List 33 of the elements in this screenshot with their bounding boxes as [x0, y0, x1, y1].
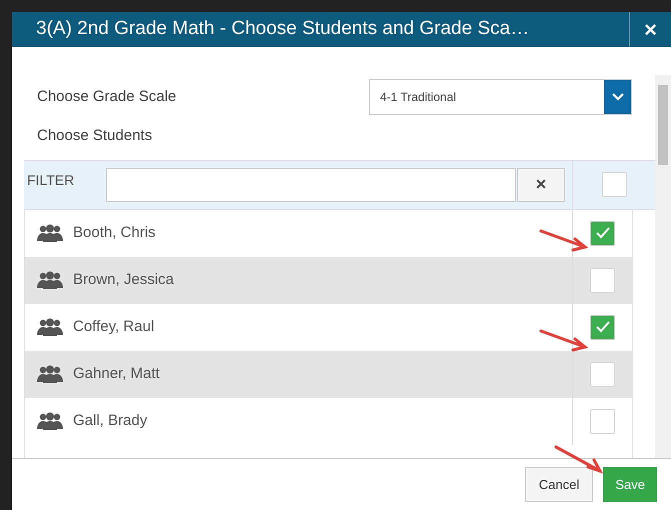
filter-input[interactable]	[106, 168, 516, 202]
student-checkbox[interactable]	[590, 362, 615, 386]
check-icon	[596, 227, 610, 239]
filter-label: FILTER	[26, 170, 76, 190]
student-name: Gall, Brady	[73, 410, 148, 431]
group-icon	[37, 412, 63, 430]
grade-scale-label: Choose Grade Scale	[36, 86, 178, 107]
clear-filter-button[interactable]: ×	[517, 168, 565, 202]
student-row[interactable]: Coffey, Raul	[25, 304, 632, 350]
group-icon	[37, 365, 63, 383]
cancel-button[interactable]: Cancel	[524, 467, 594, 502]
student-name: Brown, Jessica	[73, 270, 174, 290]
student-checkbox[interactable]	[590, 220, 615, 246]
student-row[interactable]: Gahner, Matt	[25, 350, 632, 398]
student-checkbox[interactable]	[590, 408, 615, 434]
student-checkbox[interactable]	[590, 314, 615, 340]
grade-scale-select[interactable]: 4-1 Traditional	[369, 79, 632, 115]
group-icon	[37, 271, 63, 289]
select-all-checkbox[interactable]	[602, 172, 626, 197]
student-name: Booth, Chris	[73, 222, 156, 243]
chevron-icon	[612, 93, 624, 101]
student-row[interactable]: Brown, Jessica	[25, 256, 632, 304]
student-row[interactable]: Gall, Brady	[25, 398, 632, 444]
check-icon	[596, 321, 610, 333]
close-button[interactable]: ×	[629, 12, 671, 47]
student-name: Gahner, Matt	[73, 364, 160, 384]
group-icon	[37, 224, 63, 242]
student-name: Coffey, Raul	[73, 316, 154, 337]
choose-students-label: Choose Students	[36, 126, 154, 146]
student-checkbox[interactable]	[590, 268, 615, 292]
dropdown-button[interactable]	[604, 80, 631, 114]
dialog-title: 3(A) 2nd Grade Math - Choose Students and Grade Sca…	[35, 17, 530, 42]
group-icon	[37, 318, 63, 336]
